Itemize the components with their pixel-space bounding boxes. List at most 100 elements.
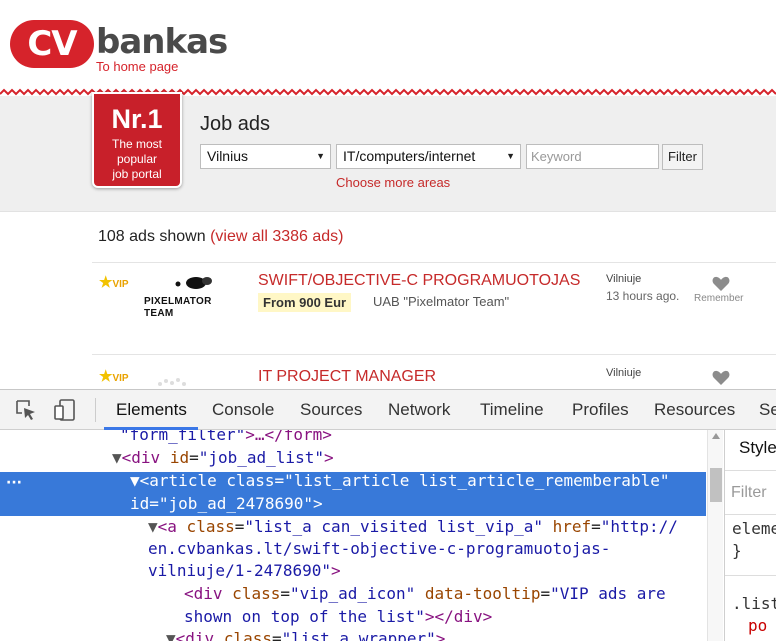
cv-logo-text[interactable]: bankas xyxy=(96,22,228,62)
device-mode-icon[interactable] xyxy=(53,398,77,422)
tag-punct: > xyxy=(435,629,446,641)
tab-console[interactable]: Console xyxy=(212,400,274,420)
expand-triangle-icon[interactable]: ▼ xyxy=(166,629,176,641)
star-icon: ★ xyxy=(99,368,113,385)
attr-equals: = xyxy=(234,517,245,536)
nr1-badge: Nr.1 The most popular job portal xyxy=(92,92,182,188)
city-label: Vilniuje xyxy=(606,273,642,285)
dom-node-line[interactable]: "form_filter">…</form> xyxy=(120,430,332,446)
job-title-link[interactable]: SWIFT/OBJECTIVE-C PROGRAMUOTOJAS xyxy=(258,272,580,290)
vip-label: VIP xyxy=(112,373,129,384)
dom-node-line[interactable]: shown on top of the list"></div> xyxy=(184,606,492,628)
expand-triangle-icon[interactable]: ▼ xyxy=(112,448,122,467)
nr1-badge-line: job portal xyxy=(112,167,162,181)
attr-name: href xyxy=(542,517,592,536)
vip-badge: ★VIP xyxy=(99,368,129,385)
tag-punct: < xyxy=(157,517,168,536)
divider xyxy=(92,262,776,263)
vip-badge: ★VIP xyxy=(99,275,129,291)
divider xyxy=(725,575,776,576)
category-select-value: IT/computers/internet xyxy=(343,148,476,164)
tab-network[interactable]: Network xyxy=(388,400,450,420)
scrollbar-thumb[interactable] xyxy=(710,468,722,502)
tab-timeline[interactable]: Timeline xyxy=(480,400,544,420)
dom-node-line[interactable]: <div class="vip_ad_icon" data-tooltip="V… xyxy=(184,583,666,605)
tab-security[interactable]: Se xyxy=(759,400,776,420)
attr-value: "job_ad_2478690" xyxy=(158,494,314,513)
dom-tree[interactable]: "form_filter">…</form> ▼<div id="job_ad_… xyxy=(0,430,706,641)
divider xyxy=(95,398,96,422)
tab-elements[interactable]: Elements xyxy=(116,400,187,420)
city-label: Vilniuje xyxy=(606,367,642,379)
tag-name: div xyxy=(193,584,223,603)
tag-punct: > xyxy=(331,561,341,580)
tag-punct: > xyxy=(482,607,493,626)
nr1-badge-title: Nr.1 xyxy=(111,104,163,134)
dom-node-line[interactable]: vilniuje/1-2478690"> xyxy=(148,560,341,582)
attr-value: vilniuje/1-2478690" xyxy=(148,561,332,580)
attr-value: "form_filter" xyxy=(120,430,246,444)
attr-equals: = xyxy=(274,471,285,490)
home-link[interactable]: To home page xyxy=(96,59,178,74)
attr-name: class xyxy=(176,517,235,536)
view-all-link[interactable]: (view all 3386 ads) xyxy=(210,228,343,245)
more-options-icon[interactable]: ··· xyxy=(6,474,22,492)
choose-more-areas-link[interactable]: Choose more areas xyxy=(336,175,450,190)
dom-node-line-selected[interactable]: id="job_ad_2478690"> xyxy=(130,493,323,515)
cv-logo-badge[interactable]: CV xyxy=(10,20,94,68)
attr-name: class xyxy=(216,471,275,490)
tag-punct: >…</ xyxy=(245,430,284,444)
attr-value: "http:// xyxy=(600,517,678,536)
company-logo-name: PIXELMATOR TEAM xyxy=(144,296,212,319)
posted-time: 13 hours ago. xyxy=(606,289,680,303)
inspect-element-icon[interactable] xyxy=(14,398,38,422)
tag-name: div xyxy=(131,448,161,467)
scroll-up-arrow-icon[interactable] xyxy=(712,433,720,439)
attr-equals: = xyxy=(149,494,159,513)
dom-node-line[interactable]: ▼<div id="job_ad_list"> xyxy=(112,447,334,469)
tag-name: div xyxy=(453,607,483,626)
tag-punct: > xyxy=(322,430,332,444)
attr-value: "list_article list_article_rememberable" xyxy=(284,471,670,490)
tab-resources[interactable]: Resources xyxy=(654,400,735,420)
tab-sources[interactable]: Sources xyxy=(300,400,362,420)
heart-icon[interactable] xyxy=(712,370,730,386)
attr-name: class xyxy=(222,584,281,603)
expand-triangle-icon[interactable]: ▼ xyxy=(130,471,140,490)
attr-value: "VIP ads are xyxy=(550,584,666,603)
divider xyxy=(725,514,776,515)
browser-viewport: CV bankas To home page Nr.1 The most pop… xyxy=(0,0,776,641)
attr-equals: = xyxy=(271,629,282,641)
dom-node-line[interactable]: ▼<div class="list_a_wrapper"> xyxy=(166,628,445,641)
category-select[interactable]: IT/computers/internet ▼ xyxy=(336,144,521,169)
attr-equals: = xyxy=(189,448,199,467)
attr-equals: = xyxy=(540,584,551,603)
company-logo[interactable]: PIXELMATOR TEAM xyxy=(144,276,242,319)
filter-button[interactable]: Filter xyxy=(662,144,703,170)
job-title-link[interactable]: IT PROJECT MANAGER xyxy=(258,368,436,386)
heart-icon[interactable] xyxy=(712,276,730,292)
dom-node-line[interactable]: en.cvbankas.lt/swift-objective-c-program… xyxy=(148,538,610,560)
tab-styles[interactable]: Styles xyxy=(739,438,776,458)
tag-punct: > xyxy=(323,448,334,467)
style-rule-brace: } xyxy=(732,541,742,560)
dom-tree-scrollbar[interactable] xyxy=(707,430,723,641)
attr-equals: = xyxy=(591,517,601,536)
city-select[interactable]: Vilnius ▼ xyxy=(200,144,331,169)
styles-filter-input[interactable]: Filter xyxy=(731,484,767,502)
dom-node-line[interactable]: ▼<a class="list_a can_visited list_vip_a… xyxy=(148,516,678,538)
tab-profiles[interactable]: Profiles xyxy=(572,400,629,420)
attr-value: "job_ad_list" xyxy=(198,448,324,467)
devtools-tab-bar: Elements Console Sources Network Timelin… xyxy=(0,390,776,430)
results-count-text: 108 ads shown xyxy=(98,228,206,245)
remember-button[interactable]: Remember xyxy=(694,293,743,304)
style-property: po xyxy=(748,616,768,635)
expand-triangle-icon[interactable]: ▼ xyxy=(148,517,158,536)
nr1-badge-subtitle: The most popular job portal xyxy=(94,137,180,182)
keyword-input[interactable]: Keyword xyxy=(526,144,659,169)
company-logo[interactable] xyxy=(150,376,194,388)
attr-name: class xyxy=(214,629,272,641)
chevron-down-icon: ▼ xyxy=(506,151,515,161)
dom-node-line-selected[interactable]: ▼<article class="list_article list_artic… xyxy=(130,470,669,492)
attr-equals: = xyxy=(280,584,290,603)
